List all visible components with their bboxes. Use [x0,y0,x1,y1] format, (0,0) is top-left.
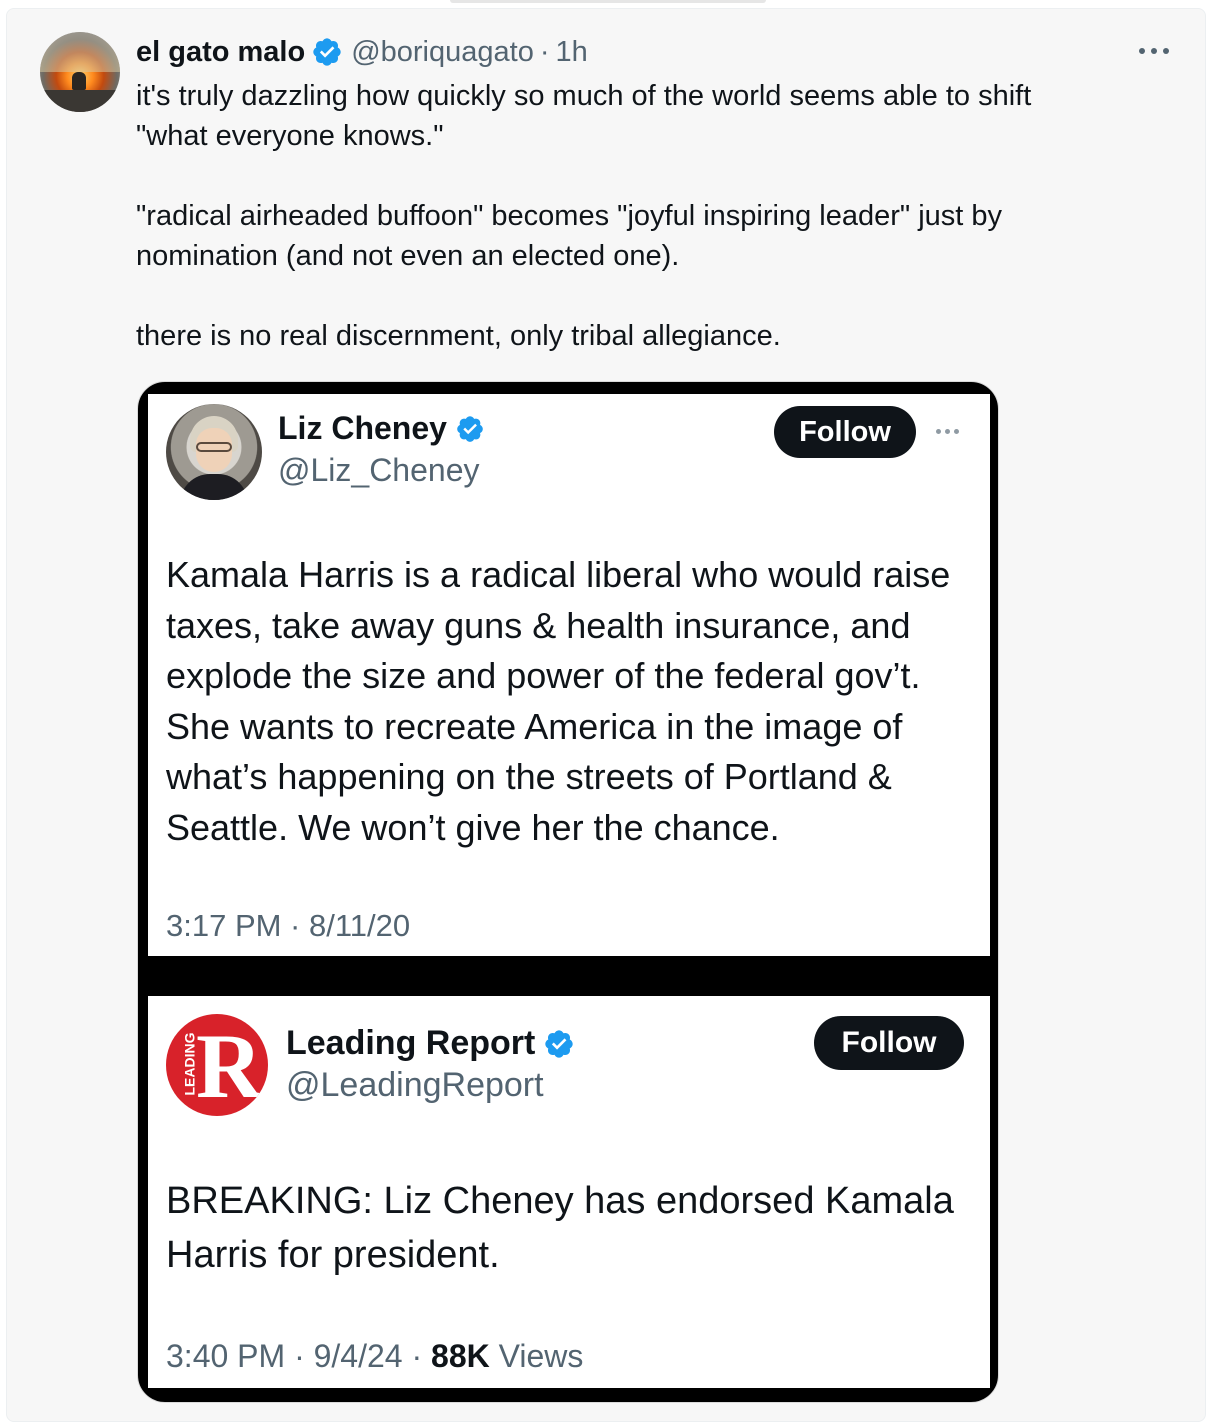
avatar[interactable] [40,32,120,112]
leading-report-logo: R LEADING [166,1014,268,1116]
avatar-jacket [180,474,248,500]
body-line: She wants to recreate America in the ima… [166,705,903,747]
screenshot-meta: 3:40 PM · 9/4/24 · 88K Views [166,1338,583,1375]
top-edge-strip [450,0,766,3]
liz-cheney-avatar [166,404,262,500]
verified-badge-icon [457,415,483,442]
screenshot-body: BREAKING: Liz Cheney has endorsed Kamala… [166,1174,981,1282]
screenshot-name-text: Leading Report [286,1024,536,1062]
screenshot-timestamp: 3:17 PM · 8/11/20 [166,908,411,943]
timestamp[interactable]: 1h [556,36,588,69]
body-line: taxes, take away guns & health insurance… [166,604,911,646]
screenshot-handle: @LeadingReport [286,1066,544,1104]
tweet-line: nomination (and not even an elected one)… [136,240,680,272]
follow-button: Follow [814,1016,964,1070]
more-dot [1151,48,1157,54]
screenshot-timestamp: 3:40 PM · 9/4/24 · [166,1338,432,1374]
more-dot [1163,48,1169,54]
more-dot [1139,48,1145,54]
screenshot-display-name: Liz Cheney [278,410,485,447]
views-label: Views [489,1338,584,1374]
body-line: Kamala Harris is a radical liberal who w… [166,554,951,595]
screenshot-handle: @Liz_Cheney [278,452,480,488]
tweet-line: it's truly dazzling how quickly so much … [136,80,1032,112]
body-line: BREAKING: Liz Cheney has endorsed Kamala [166,1180,954,1222]
more-options-icon[interactable] [1136,38,1172,64]
verified-badge-icon [545,1029,574,1058]
body-line: Harris for president. [166,1234,500,1276]
tweet-line: "what everyone knows." [136,120,444,152]
screenshot-display-name: Leading Report [286,1024,575,1063]
body-line: what’s happening on the streets of Portl… [166,756,892,797]
more-options-icon [936,429,959,434]
embedded-screenshot-liz-cheney: Liz Cheney @Liz_Cheney Follow Kamala Har… [148,394,990,956]
avatar-sky [40,32,120,72]
tweet-line: "radical airheaded buffoon" becomes "joy… [136,200,1003,232]
attached-image[interactable]: Liz Cheney @Liz_Cheney Follow Kamala Har… [137,381,999,1403]
follow-button: Follow [774,406,916,458]
logo-letter: R [196,1015,263,1116]
logo-word: LEADING [181,1032,198,1096]
views-count: 88K [431,1338,490,1374]
tweet-text: it's truly dazzling how quickly so much … [136,76,1136,356]
embedded-screenshot-leading-report: R LEADING Leading Report @LeadingReport … [148,996,990,1388]
screenshot-body: Kamala Harris is a radical liberal who w… [166,550,981,853]
separator-dot: · [539,35,550,68]
body-line: explode the size and power of the federa… [166,655,921,696]
screenshot-name-text: Liz Cheney [278,410,447,446]
tweet-line: there is no real discernment, only triba… [136,320,781,352]
avatar-glasses [196,442,232,452]
verified-badge-icon [313,38,341,66]
avatar-cat-silhouette [72,72,86,90]
handle[interactable]: @boriquagato [351,36,534,69]
avatar-ground [40,90,120,112]
body-line: Seattle. We won’t give her the chance. [166,806,780,848]
display-name[interactable]: el gato malo [136,36,305,69]
tweet-header: el gato malo @boriquagato · 1h [136,33,588,71]
